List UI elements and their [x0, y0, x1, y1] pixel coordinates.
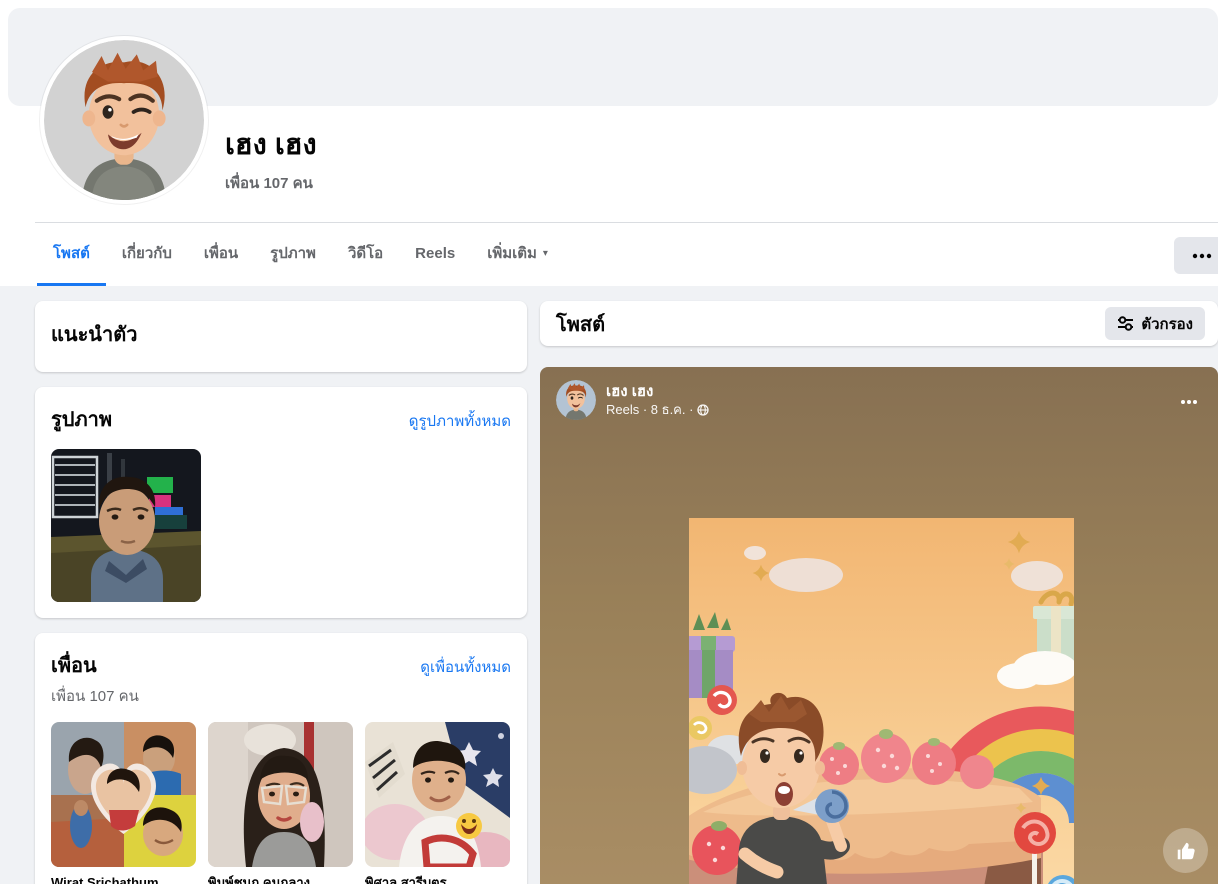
friend-item[interactable]: พิศาล สารีบุตร — [365, 722, 510, 884]
profile-name: เฮง เฮง — [225, 129, 317, 161]
see-all-photos-link[interactable]: ดูรูปภาพทั้งหมด — [409, 409, 511, 433]
profile-identity: เฮง เฮง เพื่อน 107 คน — [225, 128, 317, 195]
photos-card: รูปภาพ ดูรูปภาพทั้งหมด — [35, 387, 527, 618]
friend-photo[interactable] — [51, 722, 196, 867]
tab-photos[interactable]: รูปภาพ — [254, 223, 332, 286]
post-card: เฮง เฮง Reels · 8 ธ.ค. · — [540, 367, 1218, 884]
friend-photo[interactable] — [365, 722, 510, 867]
chevron-down-icon: ▾ — [542, 247, 548, 259]
tab-videos[interactable]: วิดีโอ — [332, 223, 399, 286]
profile-avatar-illustration — [44, 40, 204, 200]
friend-item[interactable]: Wirat Srichathum — [51, 722, 196, 884]
friend-collage-illustration — [51, 722, 196, 867]
tab-about[interactable]: เกี่ยวกับ — [106, 223, 188, 286]
intro-title: แนะนำตัว — [51, 324, 138, 346]
reel-video[interactable] — [689, 518, 1074, 884]
post-options-button[interactable] — [1174, 387, 1204, 414]
tab-more[interactable]: เพิ่มเติม ▾ — [471, 223, 564, 286]
post-author-name[interactable]: เฮง เฮง — [606, 382, 1174, 401]
friend-selfie-illustration — [208, 722, 353, 867]
three-dots-icon — [1181, 399, 1197, 404]
post-avatar-illustration — [556, 380, 596, 420]
left-column: แนะนำตัว รูปภาพ ดูรูปภาพทั้งหมด เพื่อน ด… — [35, 301, 527, 884]
tab-friends[interactable]: เพื่อน — [188, 223, 254, 286]
friend-name[interactable]: พิศาล สารีบุตร — [365, 874, 510, 884]
friends-title: เพื่อน — [51, 655, 97, 677]
photos-title: รูปภาพ — [51, 409, 113, 431]
friends-card: เพื่อน ดูเพื่อนทั้งหมด เพื่อน 107 คน Wir… — [35, 633, 527, 884]
friend-name[interactable]: Wirat Srichathum — [51, 874, 196, 884]
posts-header-card: โพสต์ ตัวกรอง — [540, 301, 1218, 346]
friend-photo[interactable] — [208, 722, 353, 867]
profile-options-button[interactable] — [1174, 237, 1218, 274]
filters-label: ตัวกรอง — [1141, 315, 1193, 333]
profile-picture[interactable] — [40, 36, 208, 204]
main-content: แนะนำตัว รูปภาพ ดูรูปภาพทั้งหมด เพื่อน ด… — [0, 286, 1218, 884]
night-selfie-illustration — [51, 449, 201, 602]
facebook-profile-page: เฮง เฮง เพื่อน 107 คน โพสต์ เกี่ยวกับ เพ… — [0, 0, 1218, 884]
posts-title: โพสต์ — [556, 313, 606, 336]
tab-reels[interactable]: Reels — [399, 223, 471, 286]
friends-count-link[interactable]: เพื่อน 107 คน — [225, 171, 313, 195]
post-meta-text[interactable]: Reels · 8 ธ.ค. · — [606, 401, 693, 418]
friend-name[interactable]: พิมพ์ชนก คนกลาง — [208, 874, 353, 884]
right-column: โพสต์ ตัวกรอง เฮง เฮง Reels · 8 ธ.ค. · — [540, 301, 1218, 884]
photo-thumbnail[interactable] — [51, 449, 201, 602]
post-author-block: เฮง เฮง Reels · 8 ธ.ค. · — [606, 382, 1174, 418]
thumbs-up-icon — [1177, 842, 1195, 859]
like-button[interactable] — [1163, 828, 1208, 873]
tab-more-label: เพิ่มเติม — [487, 245, 537, 262]
friend-portrait-illustration — [365, 722, 510, 867]
intro-card: แนะนำตัว — [35, 301, 527, 372]
tab-posts[interactable]: โพสต์ — [37, 223, 106, 286]
friend-grid: Wirat Srichathum พิมพ์ชนก คนกลาง พิศาล ส… — [51, 722, 511, 884]
three-dots-icon — [1192, 253, 1212, 258]
friends-count-text: เพื่อน 107 คน — [51, 688, 139, 705]
post-author-avatar[interactable] — [556, 380, 596, 420]
sliders-icon — [1118, 316, 1134, 331]
post-meta: Reels · 8 ธ.ค. · — [606, 401, 1174, 418]
profile-tabs: โพสต์ เกี่ยวกับ เพื่อน รูปภาพ วิดีโอ Ree… — [37, 223, 564, 286]
globe-icon — [697, 403, 710, 416]
filters-button[interactable]: ตัวกรอง — [1105, 307, 1205, 340]
post-header: เฮง เฮง Reels · 8 ธ.ค. · — [556, 380, 1204, 420]
profile-header: เฮง เฮง เพื่อน 107 คน โพสต์ เกี่ยวกับ เพ… — [0, 0, 1218, 286]
reel-scene-illustration — [689, 518, 1074, 884]
see-all-friends-link[interactable]: ดูเพื่อนทั้งหมด — [420, 655, 511, 679]
friend-item[interactable]: พิมพ์ชนก คนกลาง — [208, 722, 353, 884]
